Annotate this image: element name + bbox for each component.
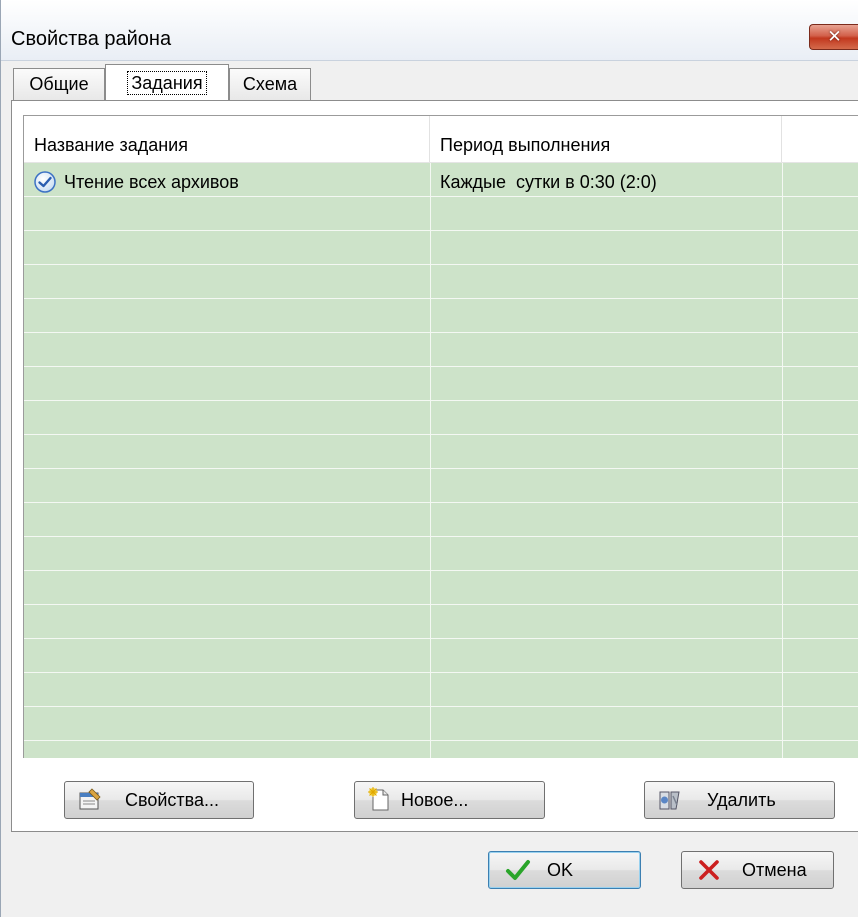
checkmark-icon [506, 860, 530, 880]
check-circle-icon [34, 171, 56, 193]
empty-row [24, 639, 858, 673]
empty-row [24, 673, 858, 707]
empty-row [24, 265, 858, 299]
tab-tasks[interactable]: Задания [105, 64, 229, 100]
tab-tasks-label: Задания [127, 70, 207, 95]
empty-row [24, 741, 858, 758]
dialog-window: Свойства района ✕ Общие Задания Схема На… [0, 0, 858, 917]
properties-icon [79, 788, 101, 810]
tab-general-label: Общие [29, 74, 89, 94]
cancel-button-label: Отмена [742, 860, 807, 880]
tasks-list[interactable]: Название задания Период выполнения Чтени… [23, 115, 858, 758]
task-name: Чтение всех архивов [64, 172, 239, 192]
empty-row [24, 571, 858, 605]
delete-icon [659, 791, 680, 810]
list-header: Название задания Период выполнения [24, 116, 858, 163]
delete-button-label: Удалить [707, 790, 776, 810]
column-header-empty[interactable] [782, 116, 858, 162]
empty-row [24, 605, 858, 639]
empty-row [24, 503, 858, 537]
cancel-x-icon [699, 860, 719, 880]
task-period: Каждые сутки в 0:30 (2:0) [440, 172, 657, 192]
column-header-name[interactable]: Название задания [24, 116, 430, 162]
empty-row [24, 197, 858, 231]
empty-row [24, 333, 858, 367]
properties-button-label: Свойства... [125, 790, 220, 810]
empty-row [24, 435, 858, 469]
title-bar: Свойства района ✕ [1, 0, 858, 61]
delete-button[interactable]: Удалить [644, 781, 835, 819]
table-row[interactable]: Чтение всех архивов Каждые сутки в 0:30 … [24, 163, 858, 197]
ok-button[interactable]: OK [488, 851, 641, 889]
tab-general[interactable]: Общие [13, 68, 105, 100]
close-button[interactable]: ✕ [809, 24, 858, 50]
cancel-button[interactable]: Отмена [681, 851, 834, 889]
new-button-label: Новое... [401, 790, 469, 810]
ok-button-label: OK [547, 860, 574, 880]
empty-row [24, 231, 858, 265]
empty-row [24, 367, 858, 401]
properties-button[interactable]: Свойства... [64, 781, 254, 819]
empty-row [24, 299, 858, 333]
list-rows: Чтение всех архивов Каждые сутки в 0:30 … [24, 163, 858, 758]
column-header-period[interactable]: Период выполнения [430, 116, 782, 162]
empty-row [24, 537, 858, 571]
tab-schema-label: Схема [242, 74, 298, 94]
new-document-icon [368, 787, 389, 811]
window-title: Свойства района [11, 28, 172, 50]
new-button[interactable]: Новое... [354, 781, 545, 819]
close-icon: ✕ [827, 27, 842, 46]
tab-schema[interactable]: Схема [229, 68, 311, 100]
empty-row [24, 401, 858, 435]
empty-row [24, 469, 858, 503]
empty-row [24, 707, 858, 741]
